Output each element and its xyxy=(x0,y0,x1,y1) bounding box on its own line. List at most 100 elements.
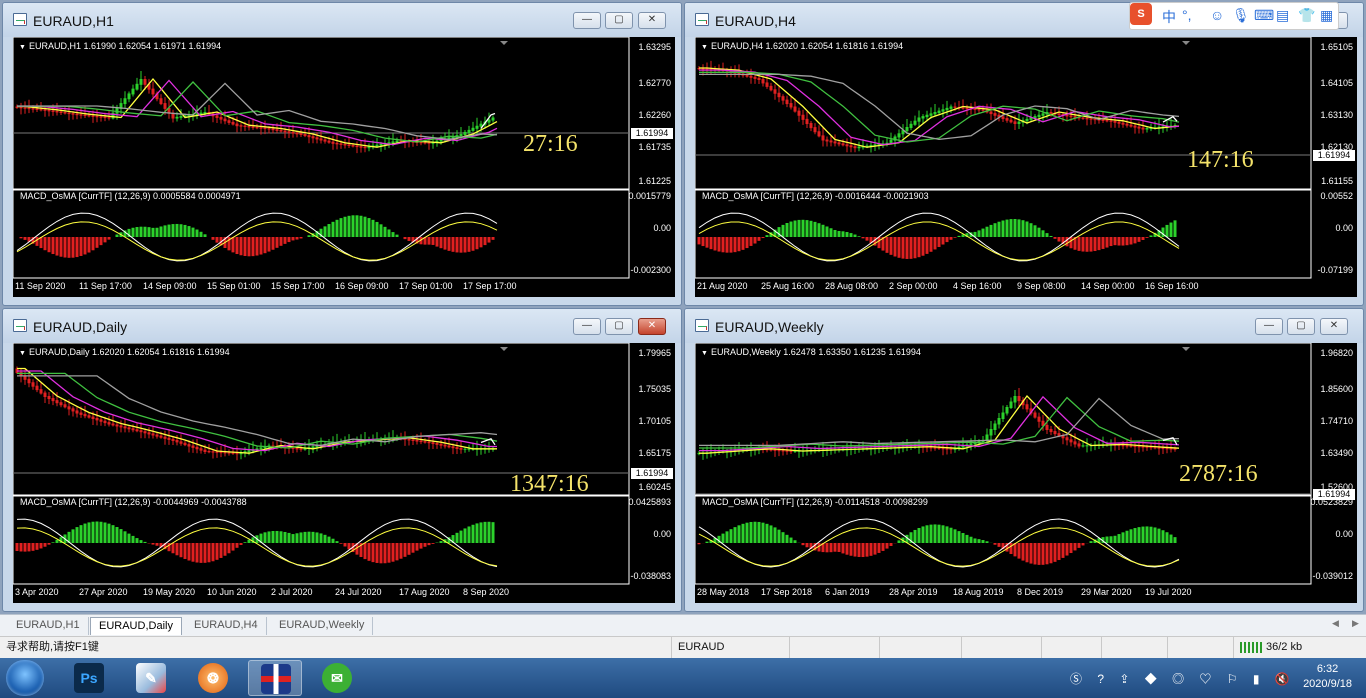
tab-scroll-right-icon[interactable]: ▶ xyxy=(1352,618,1359,629)
ohlc-header[interactable]: ▼ EURAUD,Weekly 1.62478 1.63350 1.61235 1… xyxy=(701,347,921,357)
ime-toolbar[interactable]: S 中 °, ☺ 🎙 ⌨ ▤ 👕 ▦ xyxy=(1129,2,1339,30)
macd-histogram-bar xyxy=(435,237,439,247)
macd-histogram-bar xyxy=(989,224,993,237)
ime-lang[interactable]: 中 xyxy=(1162,7,1176,27)
macd-histogram-bar xyxy=(789,537,793,543)
mic-icon[interactable]: 🎙 xyxy=(1232,7,1250,24)
macd-histogram-bar xyxy=(23,237,27,240)
price-chart[interactable]: ▼ EURAUD,Weekly 1.62478 1.63350 1.61235 1… xyxy=(695,343,1357,603)
tab-euraud-weekly[interactable]: EURAUD,Weekly xyxy=(271,617,374,635)
candle-body xyxy=(231,452,235,454)
taskbar-browser[interactable]: ❂ xyxy=(186,660,240,696)
ohlc-header[interactable]: ▼ EURAUD,H4 1.62020 1.62054 1.61816 1.619… xyxy=(701,41,903,51)
macd-histogram-bar xyxy=(399,543,403,559)
candle-body xyxy=(801,114,805,120)
maximize-button[interactable]: ▢ xyxy=(605,12,633,29)
macd-histogram-bar xyxy=(439,237,443,249)
price-chart[interactable]: ▼ EURAUD,Daily 1.62020 1.62054 1.61816 1.… xyxy=(13,343,675,603)
macd-histogram-bar xyxy=(1101,237,1105,249)
window-titlebar[interactable]: EURAUD,Daily — ▢ ✕ xyxy=(3,309,681,343)
time-axis-label: 2 Jul 2020 xyxy=(271,587,313,597)
macd-histogram-bar xyxy=(307,235,311,237)
candle-body xyxy=(443,444,447,447)
maximize-button[interactable]: ▢ xyxy=(1287,318,1315,335)
macd-histogram-bar xyxy=(1129,529,1133,543)
ohlc-header[interactable]: ▼ EURAUD,H1 1.61990 1.62054 1.61971 1.619… xyxy=(19,41,221,51)
macd-histogram-bar xyxy=(263,532,267,543)
tray-icons[interactable]: Ⓢ ? ⇪ ◆ ◎ ♡ ⚐ ▮ 🔇 xyxy=(1070,670,1296,687)
ohlc-values: EURAUD,H4 1.62020 1.62054 1.61816 1.6199… xyxy=(710,41,904,51)
macd-histogram-bar xyxy=(91,521,95,543)
candle-body xyxy=(785,450,789,452)
candle-body xyxy=(993,113,997,116)
macd-histogram-bar xyxy=(171,224,175,237)
candle-body xyxy=(1145,128,1149,130)
macd-histogram-bar xyxy=(1097,237,1101,251)
collapse-triangle-icon[interactable]: ▼ xyxy=(19,44,26,51)
time-axis-label: 19 May 2020 xyxy=(143,587,196,597)
emoji-icon[interactable]: ☺ xyxy=(1210,7,1224,23)
candle-body xyxy=(295,132,299,135)
price-chart[interactable]: ▼ EURAUD,H4 1.62020 1.62054 1.61816 1.619… xyxy=(695,37,1357,297)
macd-histogram-bar xyxy=(1089,237,1093,252)
status-cell xyxy=(1042,637,1102,658)
taskbar-wechat[interactable]: ✉ xyxy=(310,660,364,696)
chart-window-weekly[interactable]: EURAUD,Weekly — ▢ ✕ ▼ EURAUD,Weekly 1.62478 1… xyxy=(684,308,1364,612)
macd-histogram-bar xyxy=(1133,237,1137,244)
candle-body xyxy=(159,98,163,105)
macd-histogram-bar xyxy=(757,237,761,241)
maximize-button[interactable]: ▢ xyxy=(605,318,633,335)
price-axis[interactable]: 1.63295 1.62770 1.62260 1.61735 1.61225 1.619… xyxy=(628,37,675,297)
macd-histogram-bar xyxy=(881,543,885,551)
macd-histogram-bar xyxy=(395,543,399,561)
macd-histogram-bar xyxy=(969,536,973,543)
macd-histogram-bar xyxy=(471,237,475,251)
grid-menu-icon[interactable]: ▦ xyxy=(1320,7,1333,24)
collapse-triangle-icon[interactable]: ▼ xyxy=(701,350,708,357)
price-axis[interactable]: 1.65105 1.64105 1.63130 1.62130 1.61155 1.619… xyxy=(1311,37,1357,297)
close-button[interactable]: ✕ xyxy=(1320,318,1348,335)
macd-histogram-bar xyxy=(777,227,781,237)
ime-punct[interactable]: °, xyxy=(1182,7,1192,23)
skin-icon[interactable]: 👕 xyxy=(1298,7,1315,24)
tab-euraud-h4[interactable]: EURAUD,H4 xyxy=(186,617,267,635)
candle-body xyxy=(1117,121,1121,124)
candle-body xyxy=(43,392,47,397)
ohlc-header[interactable]: ▼ EURAUD,Daily 1.62020 1.62054 1.61816 1.… xyxy=(19,347,230,357)
price-axis[interactable]: 1.96820 1.85600 1.74710 1.63490 1.52600 1.619… xyxy=(1310,343,1357,603)
price-axis[interactable]: 1.79965 1.75035 1.70105 1.65175 1.60245 1.619… xyxy=(628,343,675,603)
candle-body xyxy=(135,83,139,90)
chart-window-daily[interactable]: EURAUD,Daily — ▢ ✕ ▼ EURAUD,Daily 1.62020 1.6… xyxy=(2,308,682,612)
taskbar-photoshop[interactable]: Ps xyxy=(62,660,116,696)
price-line-white xyxy=(480,438,496,446)
collapse-triangle-icon[interactable]: ▼ xyxy=(19,350,26,357)
window-titlebar[interactable]: EURAUD,H1 — ▢ ✕ xyxy=(3,3,681,37)
taskbar-paint[interactable]: ✎ xyxy=(124,660,178,696)
candle-body xyxy=(139,430,143,433)
candle-countdown-timer: 1347:16 xyxy=(510,471,589,493)
minimize-button[interactable]: — xyxy=(573,318,601,335)
sogou-logo-icon[interactable]: S xyxy=(1130,3,1152,25)
system-clock[interactable]: 6:32 2020/9/18 xyxy=(1303,662,1352,692)
price-chart[interactable]: ▼ EURAUD,H1 1.61990 1.62054 1.61971 1.619… xyxy=(13,37,675,297)
candle-body xyxy=(1085,445,1089,447)
close-button[interactable]: ✕ xyxy=(638,12,666,29)
chart-window-h4[interactable]: EURAUD,H4—▢✕▼EURAUD,H4 1.62020 1.62054 1… xyxy=(684,2,1364,306)
time-axis-label: 27 Apr 2020 xyxy=(79,587,128,597)
tab-euraud-daily[interactable]: EURAUD,Daily xyxy=(90,617,182,635)
keyboard-icon[interactable]: ⌨ xyxy=(1254,7,1274,24)
tab-scroll-left-icon[interactable]: ◀ xyxy=(1332,618,1339,629)
minimize-button[interactable]: — xyxy=(573,12,601,29)
window-titlebar[interactable]: EURAUD,Weekly — ▢ ✕ xyxy=(685,309,1363,343)
clipboard-icon[interactable]: ▤ xyxy=(1276,7,1289,24)
macd-histogram-bar xyxy=(877,543,881,553)
taskbar-metatrader[interactable] xyxy=(248,660,302,696)
macd-histogram-bar xyxy=(1041,230,1045,237)
candle-body xyxy=(1085,117,1089,120)
minimize-button[interactable]: — xyxy=(1255,318,1283,335)
collapse-triangle-icon[interactable]: ▼ xyxy=(701,44,708,51)
chart-window-h1[interactable]: EURAUD,H1 — ▢ ✕ ▼ EURAUD,H1 1.61990 1.62054 1… xyxy=(2,2,682,306)
close-button[interactable]: ✕ xyxy=(638,318,666,335)
windows-start-button[interactable] xyxy=(6,660,44,696)
tab-euraud-h1[interactable]: EURAUD,H1 xyxy=(8,617,89,635)
